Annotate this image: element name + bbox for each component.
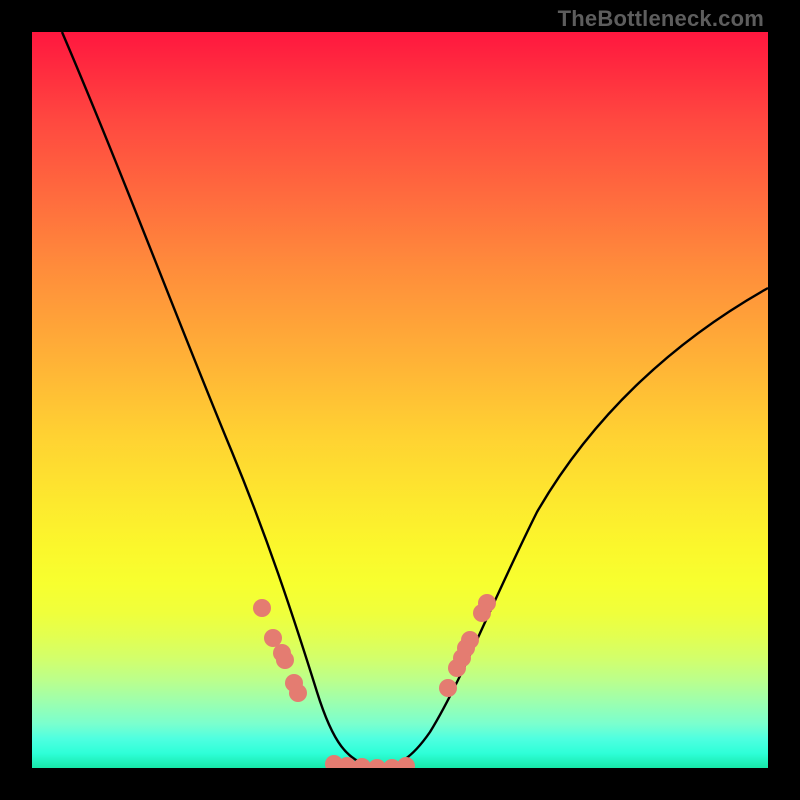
dots-left-cluster xyxy=(253,599,307,702)
bottleneck-curve xyxy=(62,32,768,767)
dots-bottom-cluster xyxy=(325,755,415,768)
dot xyxy=(439,679,457,697)
dot xyxy=(253,599,271,617)
dot xyxy=(289,684,307,702)
dot xyxy=(276,651,294,669)
curve-svg xyxy=(32,32,768,768)
dot xyxy=(397,757,415,768)
dot xyxy=(461,631,479,649)
dots-right-cluster xyxy=(439,594,496,697)
watermark-text: TheBottleneck.com xyxy=(558,6,764,32)
dot xyxy=(264,629,282,647)
plot-area xyxy=(32,32,768,768)
chart-frame: TheBottleneck.com xyxy=(0,0,800,800)
dot xyxy=(478,594,496,612)
